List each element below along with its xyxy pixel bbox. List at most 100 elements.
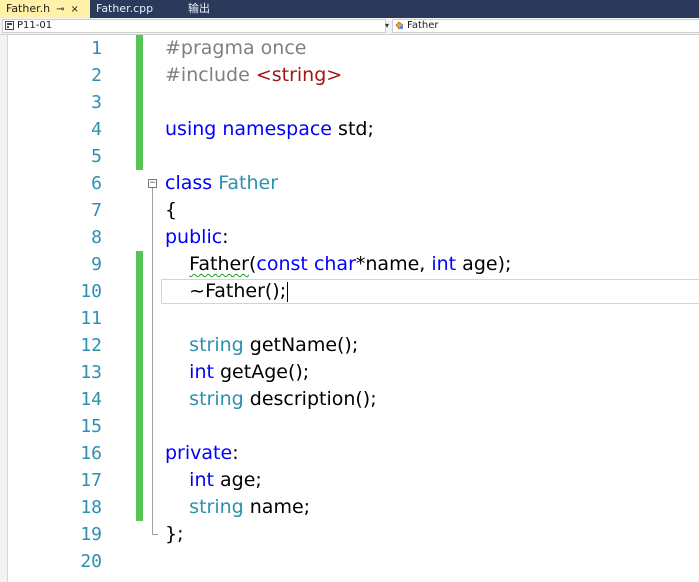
code-token: char — [313, 253, 356, 275]
code-token: age); — [456, 253, 512, 275]
navigation-bar: P11-01 ▾ Father — [0, 18, 699, 35]
code-token: #include — [165, 64, 256, 86]
line-number: 18 — [80, 497, 102, 518]
code-token: getAge(); — [213, 361, 310, 383]
line-number: 20 — [80, 551, 102, 572]
code-token: std; — [332, 118, 374, 140]
code-text[interactable]: class Father — [165, 170, 278, 197]
change-indicator — [136, 413, 143, 440]
code-token: <string> — [255, 64, 343, 86]
code-token: Father — [218, 172, 279, 194]
code-token: private — [165, 442, 233, 464]
code-token: int — [189, 361, 214, 383]
code-text[interactable]: int getAge(); — [165, 359, 309, 386]
line-number: 10 — [80, 281, 102, 302]
change-indicator — [136, 35, 143, 62]
code-line[interactable]: 6 class Father — [0, 170, 699, 197]
change-indicator — [136, 386, 143, 413]
code-text[interactable]: using namespace std; — [165, 116, 374, 143]
tab-father-cpp[interactable]: Father.cpp — [90, 0, 180, 18]
code-line[interactable]: 20 — [0, 548, 699, 575]
document-tab-bar: Father.h ⊸ × Father.cpp 输出 — [0, 0, 699, 18]
code-token: namespace — [222, 118, 332, 140]
line-number: 6 — [91, 173, 102, 194]
code-text[interactable]: #pragma once — [165, 35, 307, 62]
code-token: public — [165, 226, 223, 248]
code-line[interactable]: 13 int getAge(); — [0, 359, 699, 386]
line-number: 9 — [91, 254, 102, 275]
code-token: Father — [189, 253, 249, 275]
code-editor[interactable]: 1 #pragma once 2 #include <string> 3 4 using n… — [0, 35, 699, 582]
tab-father-h[interactable]: Father.h ⊸ × — [0, 0, 90, 18]
code-line[interactable]: 4 using namespace std; — [0, 116, 699, 143]
code-line[interactable]: 8 public: — [0, 224, 699, 251]
change-indicator — [136, 359, 143, 386]
current-line-highlight — [161, 279, 699, 304]
outline-guide-end — [152, 534, 158, 535]
code-line[interactable]: 12 string getName(); — [0, 332, 699, 359]
code-line[interactable]: 3 — [0, 89, 699, 116]
tab-label: Father.cpp — [96, 2, 154, 15]
code-token: getName(); — [243, 334, 359, 356]
line-number: 11 — [80, 308, 102, 329]
code-token: { — [165, 199, 178, 221]
code-token: string — [189, 496, 244, 518]
code-token: description(); — [243, 388, 377, 410]
change-indicator — [136, 305, 143, 332]
collapse-icon[interactable]: − — [148, 179, 157, 188]
change-indicator — [136, 143, 143, 170]
code-line[interactable]: 17 int age; — [0, 467, 699, 494]
code-text[interactable]: public: — [165, 224, 229, 251]
tab-output[interactable]: 输出 — [182, 0, 242, 18]
code-text[interactable]: string name; — [165, 494, 310, 521]
code-token: age; — [213, 469, 262, 491]
change-indicator — [136, 251, 143, 278]
code-line[interactable]: 2 #include <string> — [0, 62, 699, 89]
scope-dropdown[interactable]: Father — [392, 19, 699, 33]
line-number: 19 — [80, 524, 102, 545]
code-text[interactable]: }; — [165, 521, 184, 548]
code-text[interactable]: string description(); — [165, 386, 377, 413]
code-token: class — [165, 172, 213, 194]
change-indicator — [136, 89, 143, 116]
close-icon[interactable]: × — [70, 1, 78, 19]
code-line[interactable]: 1 #pragma once — [0, 35, 699, 62]
code-text[interactable]: #include <string> — [165, 62, 342, 89]
project-name: P11-01 — [17, 20, 53, 31]
outline-guide — [152, 188, 153, 535]
change-indicator — [136, 440, 143, 467]
code-text[interactable]: Father(const char*name, int age); — [165, 251, 511, 278]
code-line[interactable]: 9 Father(const char*name, int age); — [0, 251, 699, 278]
code-text[interactable]: { — [165, 197, 177, 224]
line-number: 3 — [91, 92, 102, 113]
project-dropdown[interactable]: P11-01 — [2, 19, 386, 33]
code-token: using — [165, 118, 217, 140]
pin-icon[interactable]: ⊸ — [56, 1, 64, 19]
code-token: : — [222, 226, 229, 248]
line-number: 1 — [91, 38, 102, 59]
change-indicator — [136, 116, 143, 143]
change-indicator — [136, 278, 143, 305]
line-number: 2 — [91, 65, 102, 86]
change-indicator — [136, 494, 143, 521]
code-token: *name, — [355, 253, 432, 275]
line-number: 13 — [80, 362, 102, 383]
code-token: }; — [165, 523, 184, 545]
code-line[interactable]: 16 private: — [0, 440, 699, 467]
line-number: 14 — [80, 389, 102, 410]
code-line[interactable]: 11 — [0, 305, 699, 332]
code-line[interactable]: 14 string description(); — [0, 386, 699, 413]
code-line[interactable]: 19}; — [0, 521, 699, 548]
code-line[interactable]: 18 string name; — [0, 494, 699, 521]
code-line[interactable]: 15 — [0, 413, 699, 440]
code-token: const — [256, 253, 308, 275]
code-line[interactable]: 7{ — [0, 197, 699, 224]
code-text[interactable]: private: — [165, 440, 239, 467]
code-line[interactable]: 5 — [0, 143, 699, 170]
code-text[interactable]: int age; — [165, 467, 262, 494]
code-text[interactable]: string getName(); — [165, 332, 358, 359]
code-token: name; — [243, 496, 311, 518]
